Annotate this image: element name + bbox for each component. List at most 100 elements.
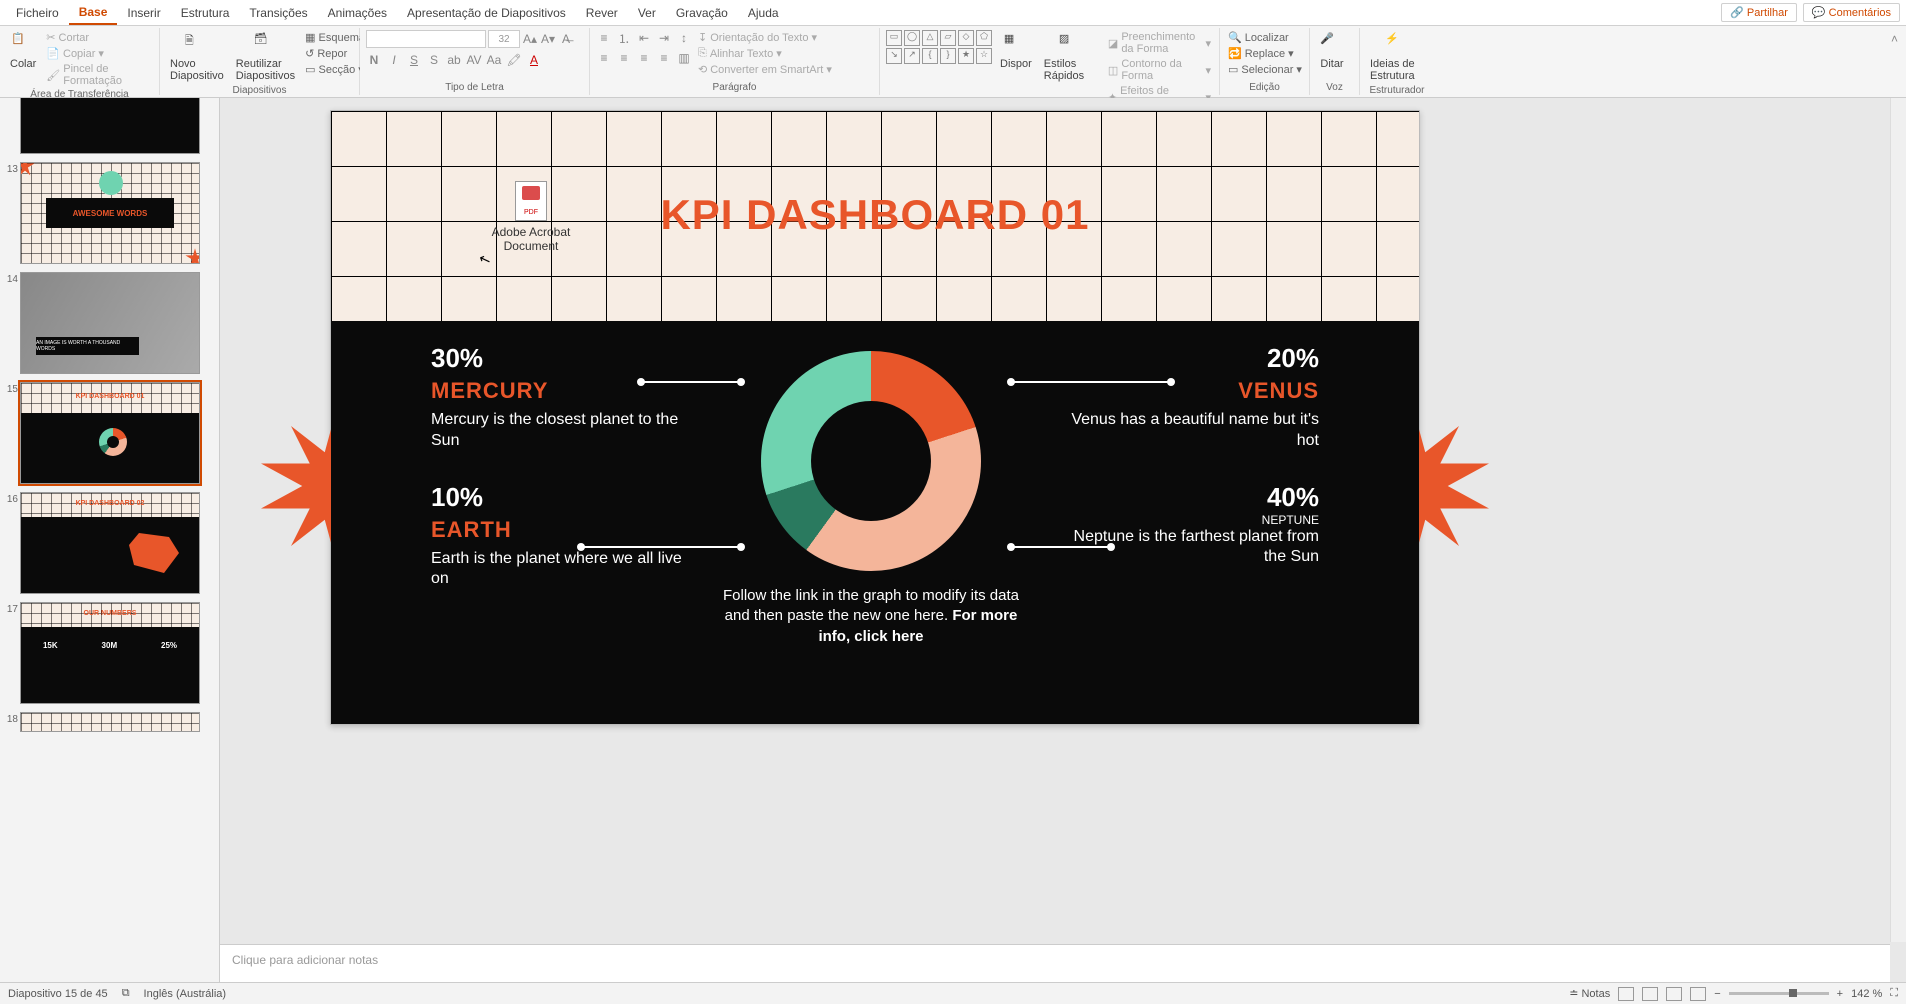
- thumbnail-16[interactable]: KPI DASHBOARD 02: [20, 492, 200, 594]
- tab-animacoes[interactable]: Animações: [318, 2, 397, 24]
- quick-styles-button[interactable]: ▨Estilos Rápidos: [1040, 30, 1102, 84]
- design-ideas-button[interactable]: ⚡Ideias de Estrutura: [1366, 30, 1428, 84]
- styles-label: Estilos Rápidos: [1044, 58, 1098, 82]
- share-button[interactable]: 🔗 Partilhar: [1721, 3, 1797, 22]
- donut-caption[interactable]: Follow the link in the graph to modify i…: [711, 586, 1031, 647]
- connector-line: [641, 381, 741, 383]
- arrange-button[interactable]: ▦Dispor: [996, 30, 1036, 72]
- select-button[interactable]: ▭ Selecionar ▾: [1226, 62, 1304, 77]
- font-color-icon[interactable]: A: [526, 52, 542, 68]
- vertical-scrollbar[interactable]: [1890, 98, 1906, 942]
- line-spacing-icon[interactable]: ↕: [676, 30, 692, 46]
- slideshow-view-icon[interactable]: [1690, 987, 1706, 1001]
- italic-icon[interactable]: I: [386, 52, 402, 68]
- notes-toggle[interactable]: ≐ Notas: [1569, 987, 1610, 1000]
- thumbnail-12[interactable]: [20, 98, 200, 154]
- justify-icon[interactable]: ≡: [656, 50, 672, 66]
- kpi-neptune[interactable]: 40% NEPTUNE Neptune is the farthest plan…: [1059, 482, 1319, 569]
- thumb-num-17: 17: [2, 602, 18, 615]
- decrease-font-icon[interactable]: A▾: [540, 31, 556, 47]
- shapes-gallery[interactable]: ▭◯△▱◇⬠ ↘↗{}★☆: [886, 30, 992, 64]
- strike-icon[interactable]: ab: [446, 52, 462, 68]
- slide-title[interactable]: KPI DASHBOARD 01: [331, 191, 1419, 239]
- kpi-earth[interactable]: 10% EARTH Earth is the planet where we a…: [431, 482, 691, 591]
- thumbnail-13[interactable]: AWESOME WORDS: [20, 162, 200, 264]
- collapse-ribbon-icon[interactable]: ˄: [1883, 28, 1906, 95]
- normal-view-icon[interactable]: [1618, 987, 1634, 1001]
- pincel-label: Pincel de Formatação: [63, 63, 151, 87]
- notes-pane[interactable]: Clique para adicionar notas: [220, 944, 1890, 982]
- thumb17-title: OUR NUMBERS: [21, 610, 199, 617]
- tab-rever[interactable]: Rever: [576, 2, 628, 24]
- case-icon[interactable]: Aa: [486, 52, 502, 68]
- format-painter-button[interactable]: 🖌 Pincel de Formatação: [44, 62, 153, 88]
- slide[interactable]: Adobe Acrobat Document ↖ KPI DASHBOARD 0…: [330, 110, 1420, 725]
- indent-dec-icon[interactable]: ⇤: [636, 30, 652, 46]
- tab-apresentacao[interactable]: Apresentação de Diapositivos: [397, 2, 576, 24]
- fit-window-icon[interactable]: ⛶: [1890, 987, 1898, 1000]
- indent-inc-icon[interactable]: ⇥: [656, 30, 672, 46]
- tab-base[interactable]: Base: [69, 1, 118, 25]
- slide-dark-area: 30% MERCURY Mercury is the closest plane…: [331, 321, 1419, 724]
- align-text-button[interactable]: ⎘ Alinhar Texto ▾: [696, 46, 834, 61]
- thumbnail-15[interactable]: KPI DASHBOARD 01: [20, 382, 200, 484]
- tab-ver[interactable]: Ver: [628, 2, 666, 24]
- highlight-icon[interactable]: 🖍: [506, 52, 522, 68]
- tab-ajuda[interactable]: Ajuda: [738, 2, 789, 24]
- clear-format-icon[interactable]: A̶: [558, 31, 574, 47]
- slide-canvas-area[interactable]: Adobe Acrobat Document ↖ KPI DASHBOARD 0…: [220, 98, 1906, 982]
- char-spacing-icon[interactable]: AV: [466, 52, 482, 68]
- zoom-slider[interactable]: [1729, 992, 1829, 995]
- paste-button[interactable]: 📋 Colar: [6, 30, 40, 72]
- slide-thumbnails-panel[interactable]: 13 AWESOME WORDS 14 AN IMAGE IS WORTH A …: [0, 98, 220, 982]
- comments-button[interactable]: 💬 Comentários: [1803, 3, 1900, 22]
- textdir-label: Orientação do Texto: [710, 32, 808, 44]
- bold-icon[interactable]: N: [366, 52, 382, 68]
- thumbnail-18[interactable]: [20, 712, 200, 732]
- tab-inserir[interactable]: Inserir: [117, 2, 170, 24]
- cut-button[interactable]: ✂ Cortar: [44, 30, 153, 45]
- columns-icon[interactable]: ▥: [676, 50, 692, 66]
- tab-transicoes[interactable]: Transições: [239, 2, 317, 24]
- align-left-icon[interactable]: ≡: [596, 50, 612, 66]
- zoom-level[interactable]: 142 %: [1851, 988, 1882, 1000]
- text-direction-button[interactable]: ↧ Orientação do Texto ▾: [696, 30, 834, 45]
- find-button[interactable]: 🔍 Localizar: [1226, 30, 1291, 45]
- font-size-select[interactable]: [488, 30, 520, 48]
- numbering-icon[interactable]: ⒈: [616, 30, 632, 46]
- shadow-icon[interactable]: S: [426, 52, 442, 68]
- tab-estrutura[interactable]: Estrutura: [171, 2, 240, 24]
- replace-label: Replace: [1245, 48, 1285, 60]
- zoom-in-icon[interactable]: +: [1837, 988, 1843, 1000]
- underline-icon[interactable]: S: [406, 52, 422, 68]
- new-slide-button[interactable]: 🗎Novo Diapositivo: [166, 30, 228, 84]
- thumbnail-14[interactable]: AN IMAGE IS WORTH A THOUSAND WORDS: [20, 272, 200, 374]
- tab-gravacao[interactable]: Gravação: [666, 2, 738, 24]
- replace-button[interactable]: 🔁 Replace ▾: [1226, 46, 1296, 61]
- status-language[interactable]: Inglês (Austrália): [144, 988, 227, 1000]
- increase-font-icon[interactable]: A▴: [522, 31, 538, 47]
- align-right-icon[interactable]: ≡: [636, 50, 652, 66]
- shape-fill-button[interactable]: ◪ Preenchimento da Forma ▾: [1106, 30, 1213, 56]
- group-editing-label: Edição: [1226, 81, 1303, 93]
- convert-smartart-button[interactable]: ⟲ Converter em SmartArt ▾: [696, 62, 834, 77]
- bullets-icon[interactable]: ≡: [596, 30, 612, 46]
- donut-chart[interactable]: [761, 351, 981, 571]
- font-family-select[interactable]: [366, 30, 486, 48]
- status-slide-number[interactable]: Diapositivo 15 de 45: [8, 988, 108, 1000]
- copy-button[interactable]: 📄 Copiar ▾: [44, 46, 153, 61]
- dictate-button[interactable]: 🎤Ditar: [1316, 30, 1348, 72]
- reading-view-icon[interactable]: [1666, 987, 1682, 1001]
- accessibility-icon[interactable]: ⧉: [122, 987, 130, 1000]
- shape-outline-button[interactable]: ◫ Contorno da Forma ▾: [1106, 57, 1213, 83]
- status-bar: Diapositivo 15 de 45 ⧉ Inglês (Austrália…: [0, 982, 1906, 1004]
- sorter-view-icon[interactable]: [1642, 987, 1658, 1001]
- kpi-neptune-name: NEPTUNE: [1059, 513, 1319, 527]
- thumbnail-17[interactable]: OUR NUMBERS 15K 30M 25%: [20, 602, 200, 704]
- align-center-icon[interactable]: ≡: [616, 50, 632, 66]
- zoom-out-icon[interactable]: −: [1714, 988, 1720, 1000]
- reuse-slides-button[interactable]: 🗃Reutilizar Diapositivos: [232, 30, 299, 84]
- kpi-mercury[interactable]: 30% MERCURY Mercury is the closest plane…: [431, 343, 691, 452]
- tab-ficheiro[interactable]: Ficheiro: [6, 2, 69, 24]
- kpi-venus[interactable]: 20% VENUS Venus has a beautiful name but…: [1059, 343, 1319, 452]
